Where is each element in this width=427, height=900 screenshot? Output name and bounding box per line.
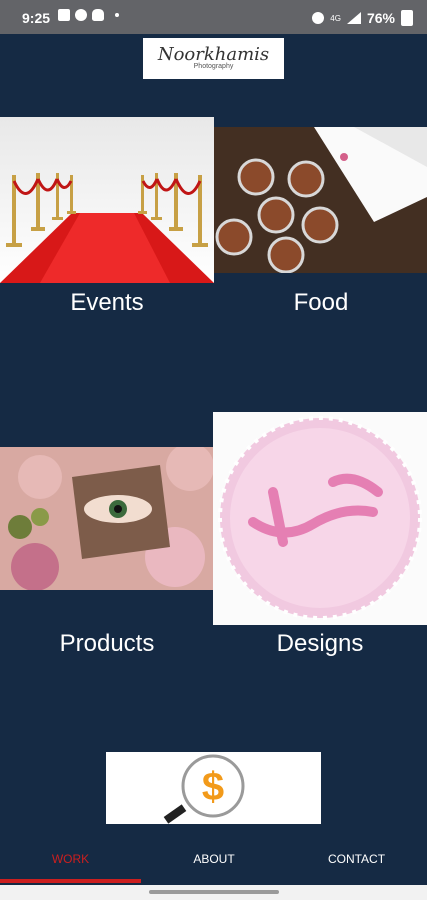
products-picture <box>0 447 213 590</box>
status-bar: 9:25 4G 76% <box>0 0 427 34</box>
whatsapp-icon <box>75 9 87 21</box>
payment-banner[interactable]: $ <box>106 752 321 824</box>
events-label[interactable]: Events <box>0 289 214 317</box>
designs-label[interactable]: Designs <box>213 630 427 658</box>
nav-about[interactable]: ABOUT <box>143 852 285 866</box>
designs-picture <box>213 412 427 625</box>
more-notifications-icon <box>115 13 119 17</box>
logo[interactable]: Noorkhamis Photography <box>143 38 284 79</box>
food-picture <box>214 127 427 273</box>
nav-contact[interactable]: CONTACT <box>286 852 427 866</box>
nav-work[interactable]: WORK <box>0 852 141 866</box>
products-image[interactable] <box>0 447 213 590</box>
food-image[interactable] <box>214 127 427 273</box>
events-picture <box>0 117 214 283</box>
pricing-magnifier-icon: $ <box>163 754 245 824</box>
logo-text: Noorkhamis <box>157 44 270 65</box>
alarm-icon <box>312 12 325 24</box>
notification-icons <box>58 9 119 21</box>
designs-image[interactable] <box>213 412 427 625</box>
products-label[interactable]: Products <box>0 630 214 658</box>
battery-percent: 76% <box>366 10 395 26</box>
battery-icon <box>401 10 413 26</box>
events-image[interactable] <box>0 117 214 283</box>
data-icon: 4G <box>330 13 341 23</box>
system-nav-area <box>0 885 427 900</box>
signal-icon <box>346 12 361 24</box>
snapchat-icon <box>92 9 104 21</box>
gallery-icon <box>58 9 70 21</box>
status-right: 4G 76% <box>312 10 413 26</box>
dollar-sign: $ <box>202 765 224 809</box>
status-time: 9:25 <box>22 10 51 26</box>
home-gesture-handle[interactable] <box>149 890 279 894</box>
bottom-nav: WORK ABOUT CONTACT <box>0 845 427 885</box>
food-label[interactable]: Food <box>214 289 427 317</box>
active-tab-indicator <box>0 879 141 883</box>
